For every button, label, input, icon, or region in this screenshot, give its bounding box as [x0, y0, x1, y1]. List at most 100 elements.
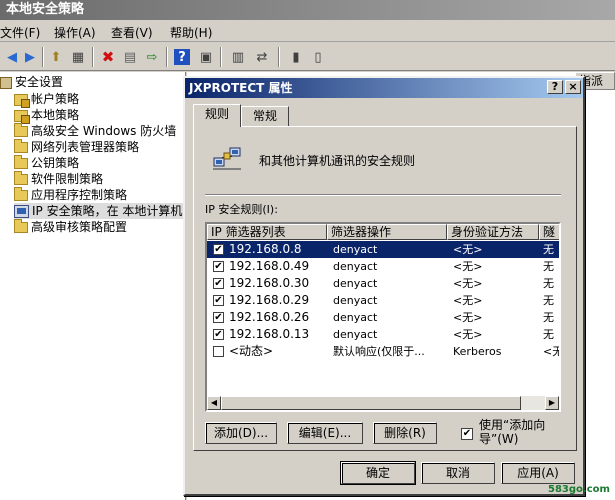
folder-icon — [14, 139, 28, 153]
rule-checkbox[interactable] — [213, 346, 224, 357]
assign-icon[interactable]: ▮ — [286, 47, 306, 67]
policy-folder-icon — [14, 109, 30, 124]
tree-item-network-list[interactable]: 网络列表管理器策略 — [14, 139, 139, 155]
table-row[interactable]: ✔ 192.168.0.8 denyact <无> 无 — [207, 241, 559, 258]
scroll-thumb[interactable] — [221, 396, 521, 410]
up-folder-icon[interactable]: ⬆ — [46, 47, 66, 67]
tunnel-cell: 无 — [543, 277, 554, 290]
filter-cell: 192.168.0.49 — [229, 259, 310, 273]
dialog-title: JXPROTECT 属性 — [185, 78, 583, 98]
menu-action[interactable]: 操作(A) — [54, 24, 96, 41]
scroll-right-icon[interactable]: ▶ — [545, 396, 559, 410]
rule-checkbox[interactable]: ✔ — [213, 295, 224, 306]
tree-item-public-key[interactable]: 公钥策略 — [14, 155, 79, 171]
folder-icon — [14, 171, 28, 185]
wizard-checkbox[interactable]: ✔ — [461, 428, 473, 440]
tab-general[interactable]: 常规 — [241, 106, 289, 126]
wizard-checkbox-label[interactable]: 使用“添加向导”(W) — [479, 418, 549, 446]
ok-button[interactable]: 确定 — [340, 461, 416, 485]
export-list-icon[interactable]: ⇨ — [142, 47, 162, 67]
rules-list[interactable]: IP 筛选器列表 筛选器操作 身份验证方法 隧 ✔ 192.168.0.8 de… — [205, 222, 561, 412]
tree-item-app-control[interactable]: 应用程序控制策略 — [14, 187, 127, 203]
tree-item-audit-policy[interactable]: 高级审核策略配置 — [14, 219, 127, 235]
security-settings-icon — [0, 76, 12, 89]
edit-button[interactable]: 编辑(E)... — [287, 422, 363, 444]
console-icon[interactable]: ▣ — [196, 47, 216, 67]
action-cell: denyact — [333, 277, 378, 290]
toolbar-separator — [166, 47, 168, 67]
table-row[interactable]: ✔ 192.168.0.26 denyact <无> 无 — [207, 309, 559, 326]
delete-icon[interactable]: ✖ — [98, 47, 118, 67]
column-header-tunnel[interactable]: 隧 — [539, 224, 559, 240]
tree-item-ip-security[interactable]: IP 安全策略，在 本地计算机 — [14, 203, 185, 219]
tab-rules[interactable]: 规则 — [193, 104, 241, 127]
tunnel-cell: 无 — [543, 294, 554, 307]
column-header-auth-method[interactable]: 身份验证方法 — [447, 224, 539, 240]
menu-bar: 文件(F) 操作(A) 查看(V) 帮助(H) — [0, 20, 615, 42]
action-cell: denyact — [333, 260, 378, 273]
rule-checkbox[interactable]: ✔ — [213, 312, 224, 323]
action-cell: 默认响应(仅限于... — [333, 345, 425, 358]
action-cell: denyact — [333, 243, 378, 256]
tree-item-account-policy[interactable]: 帐户策略 — [14, 91, 79, 108]
folder-icon — [14, 155, 28, 169]
close-button[interactable]: × — [565, 80, 581, 94]
horizontal-scrollbar[interactable]: ◀ ▶ — [207, 396, 559, 410]
back-icon[interactable]: ◀ — [2, 47, 22, 67]
tunnel-cell: 无 — [543, 328, 554, 341]
tree-item-software-restriction[interactable]: 软件限制策略 — [14, 171, 103, 187]
window-title: 本地安全策略 — [0, 0, 615, 20]
menu-file[interactable]: 文件(F) — [0, 24, 40, 41]
rules-description: 和其他计算机通讯的安全规则 — [259, 154, 416, 168]
tree-root[interactable]: 安全设置 — [0, 74, 63, 90]
add-button[interactable]: 添加(D)... — [205, 422, 277, 444]
remove-button[interactable]: 删除(R) — [373, 422, 437, 444]
table-row[interactable]: ✔ 192.168.0.29 denyact <无> 无 — [207, 292, 559, 309]
column-header-filter-list[interactable]: IP 筛选器列表 — [207, 224, 327, 240]
filter-cell: <动态> — [229, 344, 274, 358]
menu-view[interactable]: 查看(V) — [111, 24, 153, 41]
manage-filters-icon[interactable]: ⇄ — [252, 47, 272, 67]
rule-checkbox[interactable]: ✔ — [213, 278, 224, 289]
column-header-filter-action[interactable]: 筛选器操作 — [327, 224, 447, 240]
auth-cell: <无> — [453, 311, 483, 324]
separator-line — [205, 194, 561, 196]
tunnel-cell: 无 — [543, 260, 554, 273]
scroll-left-icon[interactable]: ◀ — [207, 396, 221, 410]
new-policy-icon[interactable]: ▥ — [228, 47, 248, 67]
folder-icon — [14, 219, 28, 233]
menu-help[interactable]: 帮助(H) — [170, 24, 212, 41]
filter-cell: 192.168.0.29 — [229, 293, 310, 307]
properties-icon[interactable]: ▤ — [120, 47, 140, 67]
folder-icon — [14, 187, 28, 201]
toolbar-separator — [220, 47, 222, 67]
network-rule-icon — [213, 146, 241, 172]
help-icon[interactable]: ? — [174, 49, 190, 65]
help-button[interactable]: ? — [547, 80, 563, 94]
policy-folder-icon — [14, 93, 30, 108]
console-tree: 安全设置 帐户策略 本地策略 高级安全 Windows 防火墙 网络列表管理器策… — [0, 72, 186, 500]
rule-checkbox[interactable]: ✔ — [213, 261, 224, 272]
filter-cell: 192.168.0.8 — [229, 242, 302, 256]
ip-security-icon — [14, 205, 29, 218]
table-row[interactable]: ✔ 192.168.0.13 denyact <无> 无 — [207, 326, 559, 343]
tree-item-firewall[interactable]: 高级安全 Windows 防火墙 — [14, 123, 176, 139]
table-row[interactable]: ✔ 192.168.0.30 denyact <无> 无 — [207, 275, 559, 292]
toolbar-separator — [42, 47, 44, 67]
table-row[interactable]: ✔ 192.168.0.49 denyact <无> 无 — [207, 258, 559, 275]
action-cell: denyact — [333, 294, 378, 307]
forward-icon[interactable]: ▶ — [20, 47, 40, 67]
apply-button[interactable]: 应用(A) — [501, 462, 575, 484]
properties-dialog: JXPROTECT 属性 ? × 规则 常规 和其他计算机通讯的安全规则 IP … — [183, 76, 585, 496]
rule-checkbox[interactable]: ✔ — [213, 329, 224, 340]
unassign-icon[interactable]: ▯ — [308, 47, 328, 67]
rule-checkbox[interactable]: ✔ — [213, 244, 224, 255]
auth-cell: <无> — [453, 277, 483, 290]
show-tree-icon[interactable]: ▦ — [68, 47, 88, 67]
filter-cell: 192.168.0.26 — [229, 310, 310, 324]
cancel-button[interactable]: 取消 — [421, 462, 495, 484]
auth-cell: <无> — [453, 328, 483, 341]
tree-item-local-policy[interactable]: 本地策略 — [14, 107, 79, 124]
app-window: 本地安全策略 文件(F) 操作(A) 查看(V) 帮助(H) ◀ ▶ ⬆ ▦ ✖… — [0, 0, 615, 500]
table-row[interactable]: <动态> 默认响应(仅限于... Kerberos <无 — [207, 343, 559, 360]
